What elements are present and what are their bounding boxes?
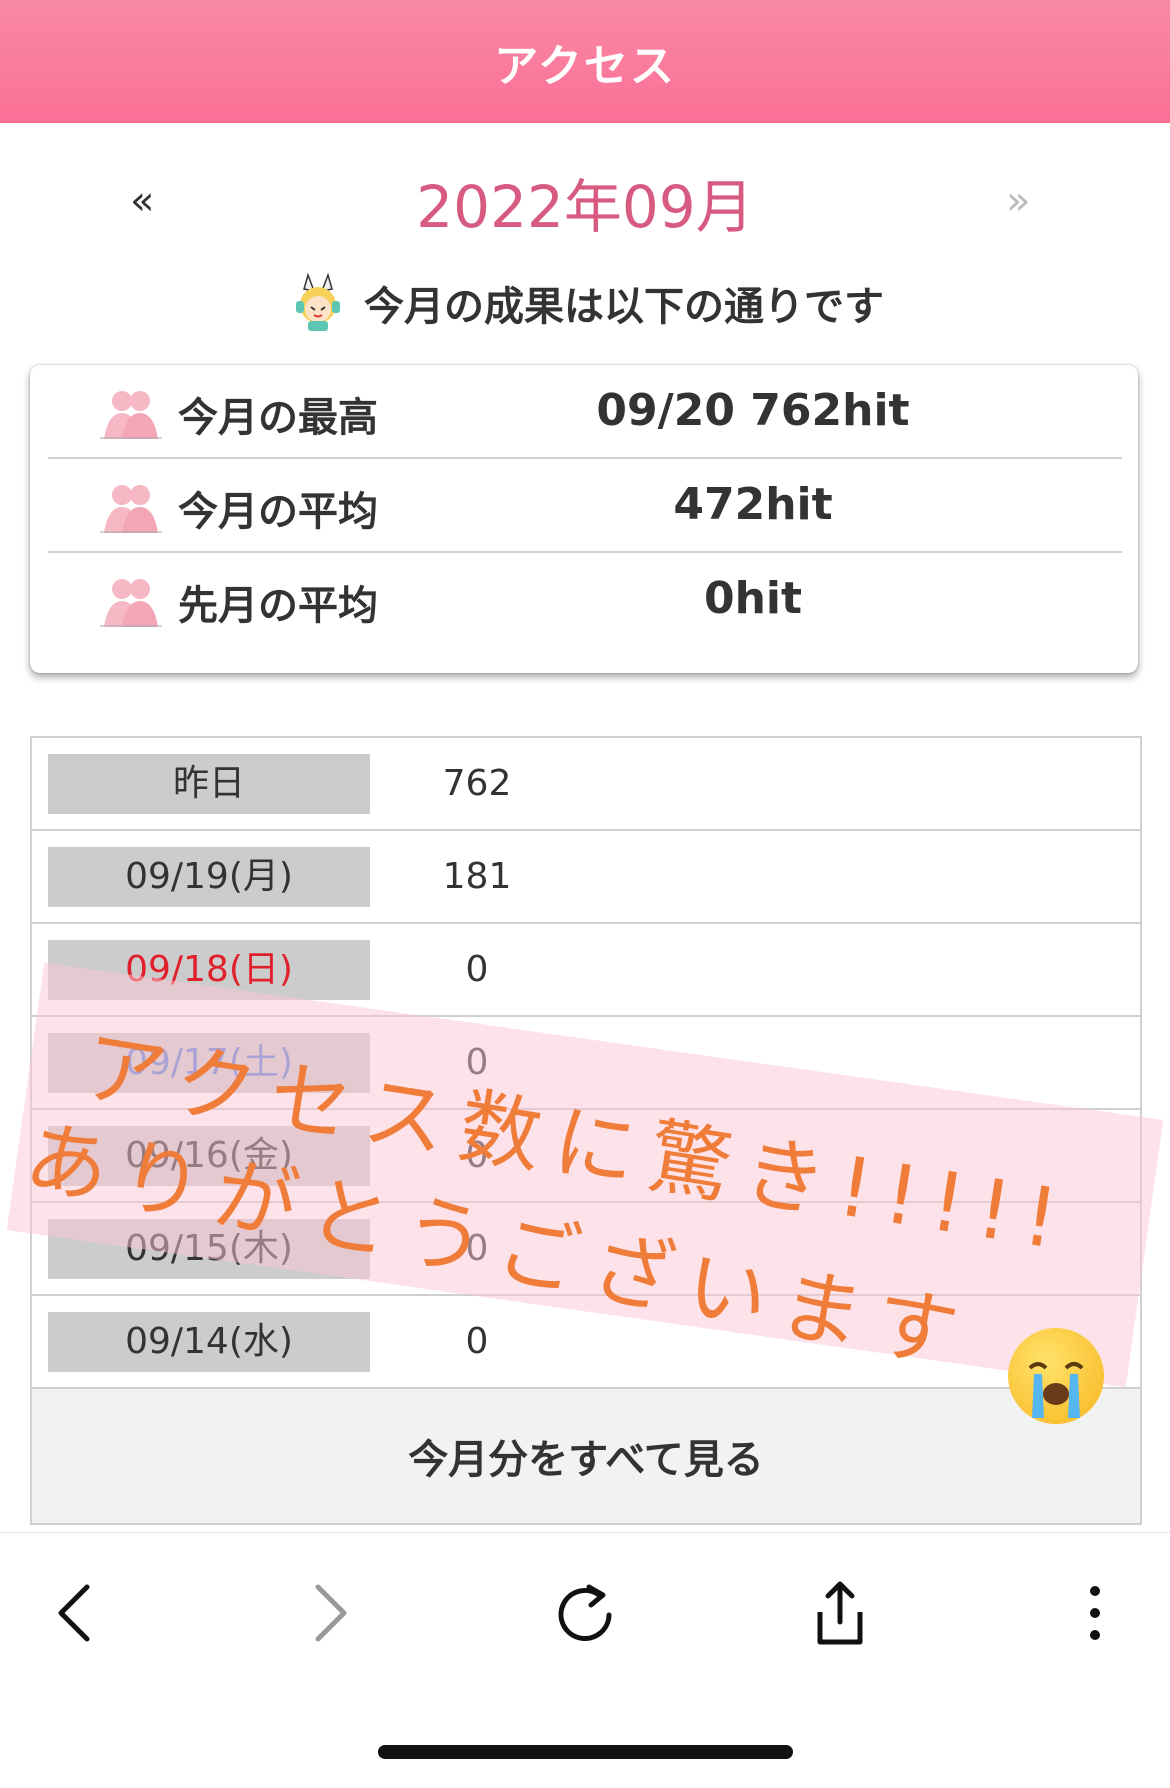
header-bar: アクセス (0, 0, 1170, 123)
table-row: 昨日 762 (32, 738, 1140, 831)
view-all-button[interactable]: 今月分をすべて見る (32, 1389, 1140, 1525)
day-label: 09/15(木) (48, 1219, 370, 1279)
daily-access-table: 昨日 762 09/19(月) 181 09/18(日) 0 09/17(土) … (30, 736, 1142, 1525)
back-icon (58, 1584, 90, 1642)
forward-button[interactable] (290, 1573, 370, 1653)
home-indicator (378, 1745, 793, 1759)
summary-label: 今月の最高 (178, 395, 378, 441)
share-button[interactable] (800, 1573, 880, 1653)
more-button[interactable] (1055, 1573, 1135, 1653)
summary-value: 09/20 762hit (596, 385, 910, 436)
day-label: 09/19(月) (48, 847, 370, 907)
mascot-icon (296, 272, 340, 331)
day-label: 09/17(土) (48, 1033, 370, 1093)
day-value: 0 (465, 1042, 489, 1083)
share-icon (817, 1581, 863, 1645)
summary-label: 先月の平均 (178, 583, 378, 629)
person-icon (100, 485, 162, 533)
table-row: 09/14(水) 0 (32, 1296, 1140, 1389)
back-button[interactable] (35, 1573, 115, 1653)
next-month-link[interactable]: » (1006, 178, 1030, 224)
person-icon (100, 391, 162, 439)
day-label: 09/16(金) (48, 1126, 370, 1186)
day-value: 0 (465, 1321, 489, 1362)
table-row: 09/19(月) 181 (32, 831, 1140, 924)
table-row: 09/17(土) 0 (32, 1017, 1140, 1110)
day-label: 昨日 (48, 754, 370, 814)
month-title: 2022年09月 (416, 173, 754, 241)
table-row: 09/16(金) 0 (32, 1110, 1140, 1203)
summary-row-last-month: 先月の平均 0hit (48, 553, 1122, 645)
person-icon (100, 579, 162, 627)
page-title: アクセス (494, 40, 676, 92)
intro-text: 今月の成果は以下の通りです (364, 284, 884, 330)
reload-button[interactable] (545, 1573, 625, 1653)
summary-label: 今月の平均 (178, 489, 378, 535)
day-label: 09/14(水) (48, 1312, 370, 1372)
table-row: 09/18(日) 0 (32, 924, 1140, 1017)
day-value: 0 (465, 1228, 489, 1269)
month-navigation: « 2022年09月 » (0, 150, 1170, 250)
summary-value: 0hit (703, 573, 803, 624)
day-value: 181 (442, 856, 512, 897)
more-icon (1090, 1586, 1100, 1640)
reload-icon (558, 1584, 612, 1641)
summary-row-average: 今月の平均 472hit (48, 459, 1122, 553)
summary-value: 472hit (673, 479, 833, 530)
day-value: 0 (465, 949, 489, 990)
day-label: 09/18(日) (48, 940, 370, 1000)
forward-icon (315, 1584, 347, 1642)
intro-line: 今月の成果は以下の通りです (0, 268, 1170, 338)
day-value: 0 (465, 1135, 489, 1176)
day-value: 762 (442, 763, 512, 804)
summary-card: 今月の最高 09/20 762hit 今月の平均 472hit 先月の平均 0h… (30, 365, 1138, 673)
table-row: 09/15(木) 0 (32, 1203, 1140, 1296)
summary-row-max: 今月の最高 09/20 762hit (48, 365, 1122, 459)
